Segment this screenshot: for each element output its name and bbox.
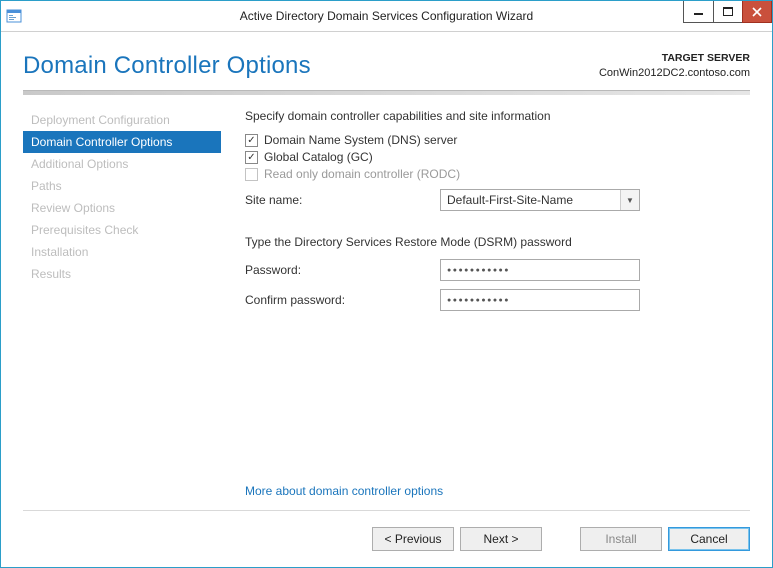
site-name-label: Site name: xyxy=(245,193,440,207)
window-buttons xyxy=(683,1,772,23)
install-button: Install xyxy=(580,527,662,551)
password-field[interactable]: ●●●●●●●●●●● xyxy=(440,259,640,281)
nav-deployment-configuration[interactable]: Deployment Configuration xyxy=(23,109,221,131)
rodc-checkbox-row: Read only domain controller (RODC) xyxy=(245,167,750,181)
dsrm-heading: Type the Directory Services Restore Mode… xyxy=(245,235,750,249)
wizard-body: Deployment Configuration Domain Controll… xyxy=(1,95,772,510)
nav-prerequisites-check[interactable]: Prerequisites Check xyxy=(23,219,221,241)
nav-paths[interactable]: Paths xyxy=(23,175,221,197)
page-title: Domain Controller Options xyxy=(23,52,311,80)
cancel-button[interactable]: Cancel xyxy=(668,527,750,551)
system-menu-icon[interactable] xyxy=(1,1,27,31)
confirm-password-label: Confirm password: xyxy=(245,293,440,307)
previous-button[interactable]: < Previous xyxy=(372,527,454,551)
dns-checkbox[interactable]: ✓ xyxy=(245,134,258,147)
close-button[interactable] xyxy=(742,1,772,23)
confirm-password-row: Confirm password: ●●●●●●●●●●● xyxy=(245,289,750,311)
title-bar: Active Directory Domain Services Configu… xyxy=(1,1,772,32)
nav-additional-options[interactable]: Additional Options xyxy=(23,153,221,175)
wizard-window: Active Directory Domain Services Configu… xyxy=(0,0,773,568)
password-row: Password: ●●●●●●●●●●● xyxy=(245,259,750,281)
gc-checkbox-label: Global Catalog (GC) xyxy=(264,150,373,164)
password-label: Password: xyxy=(245,263,440,277)
confirm-password-field[interactable]: ●●●●●●●●●●● xyxy=(440,289,640,311)
site-name-dropdown[interactable]: Default-First-Site-Name ▼ xyxy=(440,189,640,211)
rodc-checkbox-label: Read only domain controller (RODC) xyxy=(264,167,460,181)
gc-checkbox[interactable]: ✓ xyxy=(245,151,258,164)
site-name-row: Site name: Default-First-Site-Name ▼ xyxy=(245,189,750,211)
site-name-value: Default-First-Site-Name xyxy=(441,190,621,210)
gc-checkbox-row: ✓ Global Catalog (GC) xyxy=(245,150,750,164)
chevron-down-icon: ▼ xyxy=(621,196,639,205)
target-server-label: TARGET SERVER xyxy=(599,52,750,66)
dns-checkbox-row: ✓ Domain Name System (DNS) server xyxy=(245,133,750,147)
more-about-link[interactable]: More about domain controller options xyxy=(245,484,443,498)
wizard-footer: < Previous Next > Install Cancel xyxy=(1,511,772,567)
target-server-block: TARGET SERVER ConWin2012DC2.contoso.com xyxy=(599,52,750,80)
wizard-nav: Deployment Configuration Domain Controll… xyxy=(23,109,221,510)
dns-checkbox-label: Domain Name System (DNS) server xyxy=(264,133,457,147)
target-server-name: ConWin2012DC2.contoso.com xyxy=(599,66,750,80)
next-button[interactable]: Next > xyxy=(460,527,542,551)
nav-review-options[interactable]: Review Options xyxy=(23,197,221,219)
page-header: Domain Controller Options TARGET SERVER … xyxy=(1,32,772,86)
nav-installation[interactable]: Installation xyxy=(23,241,221,263)
window-title: Active Directory Domain Services Configu… xyxy=(1,9,772,23)
rodc-checkbox xyxy=(245,168,258,181)
nav-domain-controller-options[interactable]: Domain Controller Options xyxy=(23,131,221,153)
maximize-button[interactable] xyxy=(713,1,743,23)
wizard-content: Specify domain controller capabilities a… xyxy=(221,109,750,510)
nav-results[interactable]: Results xyxy=(23,263,221,285)
capabilities-heading: Specify domain controller capabilities a… xyxy=(245,109,750,123)
minimize-button[interactable] xyxy=(683,1,713,23)
